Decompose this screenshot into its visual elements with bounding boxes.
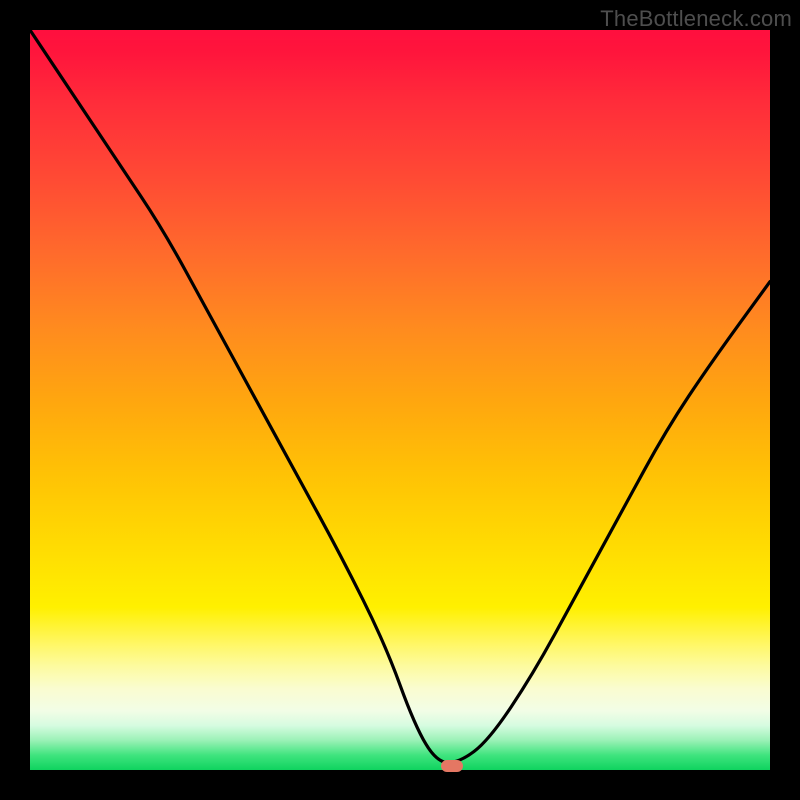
- plot-area: [30, 30, 770, 770]
- watermark-text: TheBottleneck.com: [600, 6, 792, 32]
- chart-frame: TheBottleneck.com: [0, 0, 800, 800]
- optimal-marker: [441, 760, 463, 772]
